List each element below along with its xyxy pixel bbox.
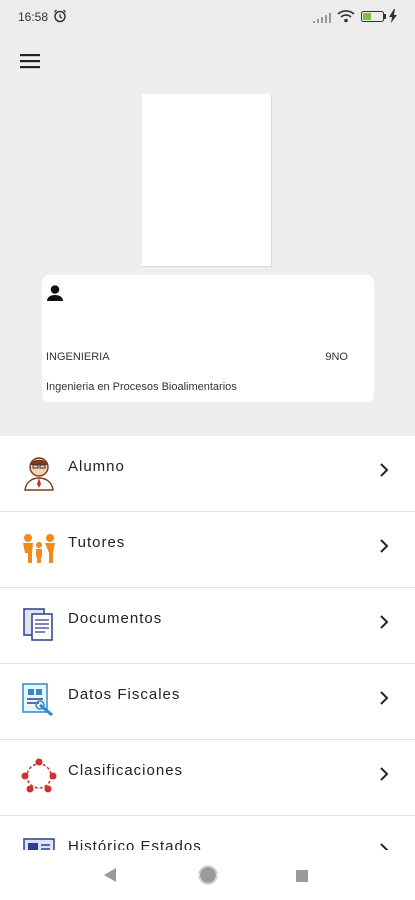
- program-label: Ingenieria en Procesos Bioalimentarios: [46, 381, 237, 393]
- back-button[interactable]: [103, 867, 117, 888]
- family-icon: [20, 529, 58, 567]
- wifi-icon: [337, 9, 355, 26]
- home-button[interactable]: [198, 865, 218, 890]
- profile-header: INGENIERIA 9NO Ingenieria en Procesos Bi…: [0, 32, 415, 436]
- signal-icon: [313, 12, 331, 26]
- chevron-right-icon: [379, 614, 389, 635]
- network-icon: [20, 757, 58, 795]
- menu-item-label: Histórico Estados: [68, 838, 202, 850]
- faculty-label: INGENIERIA: [46, 351, 110, 363]
- menu-item-label: Clasificaciones: [68, 762, 184, 779]
- menu-item-label: Datos Fiscales: [68, 686, 181, 703]
- menu-item-datos-fiscales[interactable]: Datos Fiscales: [0, 664, 415, 740]
- hamburger-icon: [20, 54, 40, 69]
- chevron-right-icon: [379, 538, 389, 559]
- menu-item-tutores[interactable]: Tutores: [0, 512, 415, 588]
- documents-icon: [20, 605, 58, 643]
- menu-item-historico-estados[interactable]: Histórico Estados: [0, 816, 415, 850]
- chevron-right-icon: [379, 462, 389, 483]
- student-icon: [20, 453, 58, 491]
- menu-item-alumno[interactable]: Alumno: [0, 436, 415, 512]
- tax-data-icon: [20, 681, 58, 719]
- menu-item-label: Tutores: [68, 534, 126, 551]
- chevron-right-icon: [379, 766, 389, 787]
- charging-icon: [389, 9, 397, 26]
- chevron-right-icon: [379, 690, 389, 711]
- alarm-icon: [53, 9, 67, 26]
- home-circle-icon: [198, 865, 218, 885]
- menu-item-label: Alumno: [68, 458, 125, 475]
- status-bar: 16:58: [0, 0, 415, 32]
- battery-icon: [361, 11, 387, 25]
- back-triangle-icon: [104, 868, 116, 882]
- recent-apps-button[interactable]: [296, 869, 308, 887]
- profile-photo: [142, 94, 271, 266]
- person-icon: [46, 284, 64, 307]
- semester-label: 9NO: [325, 351, 348, 363]
- recent-apps-square-icon: [296, 870, 308, 882]
- system-navigation-bar: [0, 850, 415, 900]
- menu-item-clasificaciones[interactable]: Clasificaciones: [0, 740, 415, 816]
- profile-card: INGENIERIA 9NO Ingenieria en Procesos Bi…: [42, 275, 374, 402]
- menu-item-label: Documentos: [68, 610, 163, 627]
- status-time: 16:58: [18, 10, 49, 24]
- menu-item-documentos[interactable]: Documentos: [0, 588, 415, 664]
- menu-list: Alumno Tutores Documentos Datos Fiscales…: [0, 436, 415, 850]
- hamburger-menu-button[interactable]: [20, 52, 42, 70]
- chevron-right-icon: [379, 842, 389, 850]
- history-icon: [20, 833, 58, 850]
